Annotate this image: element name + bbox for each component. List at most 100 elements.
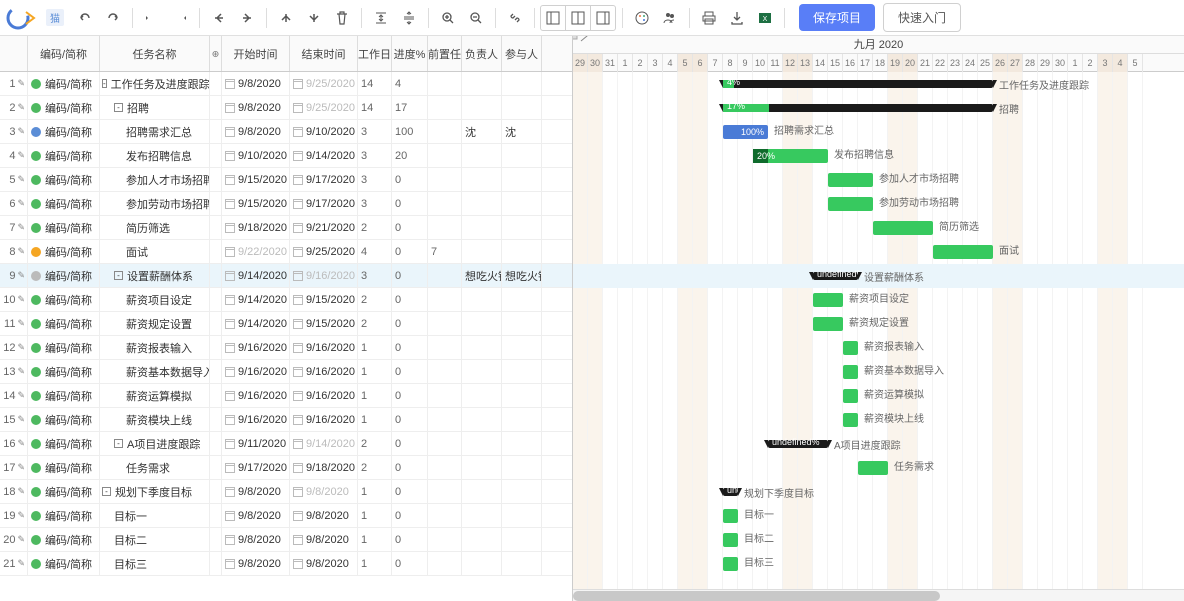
row-end[interactable]: 9/10/2020	[290, 120, 358, 143]
row-expander[interactable]	[210, 96, 222, 119]
row-duration[interactable]: 1	[358, 528, 392, 551]
table-row[interactable]: 12✎编码/简称薪资报表输入9/16/20209/16/202010	[0, 336, 572, 360]
row-predecessor[interactable]	[428, 168, 462, 191]
collapse-button[interactable]	[368, 5, 394, 31]
row-code[interactable]: 编码/简称	[28, 480, 100, 503]
row-progress[interactable]: 20	[392, 144, 428, 167]
row-code[interactable]: 编码/简称	[28, 432, 100, 455]
gantt-bar[interactable]: 参加劳动市场招聘	[828, 197, 873, 211]
row-code[interactable]: 编码/简称	[28, 96, 100, 119]
row-predecessor[interactable]	[428, 504, 462, 527]
row-duration[interactable]: 2	[358, 288, 392, 311]
row-expander[interactable]	[210, 216, 222, 239]
undo-button[interactable]	[72, 5, 98, 31]
row-start[interactable]: 9/15/2020	[222, 168, 290, 191]
palette-button[interactable]	[629, 5, 655, 31]
zoom-out-button[interactable]	[463, 5, 489, 31]
row-progress[interactable]: 0	[392, 336, 428, 359]
gantt-bar[interactable]: 目标三	[723, 557, 738, 571]
row-participant[interactable]	[502, 360, 542, 383]
indent-button[interactable]	[167, 5, 193, 31]
row-duration[interactable]: 4	[358, 240, 392, 263]
row-progress[interactable]: 0	[392, 456, 428, 479]
row-end[interactable]: 9/18/2020	[290, 456, 358, 479]
row-name[interactable]: -设置薪酬体系	[100, 264, 210, 287]
row-end[interactable]: 9/17/2020	[290, 168, 358, 191]
row-predecessor[interactable]	[428, 336, 462, 359]
row-name[interactable]: 招聘需求汇总	[100, 120, 210, 143]
row-expander[interactable]	[210, 312, 222, 335]
row-expander[interactable]	[210, 456, 222, 479]
row-duration[interactable]: 1	[358, 480, 392, 503]
row-duration[interactable]: 3	[358, 192, 392, 215]
row-predecessor[interactable]	[428, 552, 462, 575]
row-end[interactable]: 9/15/2020	[290, 312, 358, 335]
row-predecessor[interactable]	[428, 72, 462, 95]
row-predecessor[interactable]	[428, 384, 462, 407]
col-name[interactable]: 任务名称	[100, 36, 210, 71]
row-code[interactable]: 编码/简称	[28, 168, 100, 191]
row-expander[interactable]	[210, 264, 222, 287]
table-row[interactable]: 16✎编码/简称-A项目进度跟踪9/11/20209/14/202020	[0, 432, 572, 456]
table-row[interactable]: 14✎编码/简称薪资运算模拟9/16/20209/16/202010	[0, 384, 572, 408]
row-start[interactable]: 9/8/2020	[222, 120, 290, 143]
row-duration[interactable]: 2	[358, 432, 392, 455]
row-end[interactable]: 9/16/2020	[290, 384, 358, 407]
row-end[interactable]: 9/17/2020	[290, 192, 358, 215]
row-end[interactable]: 9/14/2020	[290, 144, 358, 167]
gantt-bar[interactable]: 薪资报表输入	[843, 341, 858, 355]
row-owner[interactable]	[462, 408, 502, 431]
row-participant[interactable]: 沈	[502, 120, 542, 143]
row-start[interactable]: 9/16/2020	[222, 360, 290, 383]
row-duration[interactable]: 2	[358, 216, 392, 239]
row-end[interactable]: 9/25/2020	[290, 240, 358, 263]
table-row[interactable]: 2✎编码/简称-招聘9/8/20209/25/20201417	[0, 96, 572, 120]
delete-button[interactable]	[329, 5, 355, 31]
row-participant[interactable]	[502, 216, 542, 239]
row-duration[interactable]: 1	[358, 552, 392, 575]
col-participant[interactable]: 参与人	[502, 36, 542, 71]
row-code[interactable]: 编码/简称	[28, 72, 100, 95]
row-start[interactable]: 9/8/2020	[222, 504, 290, 527]
row-end[interactable]: 9/21/2020	[290, 216, 358, 239]
row-end[interactable]: 9/8/2020	[290, 504, 358, 527]
view-gantt-button[interactable]	[590, 5, 616, 31]
move-down-button[interactable]	[301, 5, 327, 31]
gantt-bar[interactable]: 简历筛选	[873, 221, 933, 235]
row-name[interactable]: 薪资规定设置	[100, 312, 210, 335]
outdent-button[interactable]	[139, 5, 165, 31]
row-duration[interactable]: 14	[358, 96, 392, 119]
row-start[interactable]: 9/18/2020	[222, 216, 290, 239]
gantt-bar[interactable]: 薪资模块上线	[843, 413, 858, 427]
row-progress[interactable]: 0	[392, 528, 428, 551]
row-expander[interactable]	[210, 288, 222, 311]
row-progress[interactable]: 17	[392, 96, 428, 119]
row-end[interactable]: 9/8/2020	[290, 528, 358, 551]
row-code[interactable]: 编码/简称	[28, 192, 100, 215]
row-predecessor[interactable]	[428, 144, 462, 167]
gantt-bar[interactable]: 参加人才市场招聘	[828, 173, 873, 187]
row-predecessor[interactable]	[428, 312, 462, 335]
table-row[interactable]: 13✎编码/简称薪资基本数据导入9/16/20209/16/202010	[0, 360, 572, 384]
quick-start-button[interactable]: 快速入门	[883, 3, 961, 32]
row-participant[interactable]	[502, 288, 542, 311]
row-predecessor[interactable]	[428, 216, 462, 239]
row-owner[interactable]	[462, 456, 502, 479]
row-name[interactable]: -A项目进度跟踪	[100, 432, 210, 455]
row-progress[interactable]: 0	[392, 312, 428, 335]
gantt-bar[interactable]: 目标二	[723, 533, 738, 547]
row-start[interactable]: 9/17/2020	[222, 456, 290, 479]
view-grid-button[interactable]	[540, 5, 566, 31]
row-predecessor[interactable]	[428, 360, 462, 383]
table-row[interactable]: 1✎编码/简称-工作任务及进度跟踪9/8/20209/25/2020144	[0, 72, 572, 96]
row-predecessor[interactable]	[428, 120, 462, 143]
row-owner[interactable]	[462, 360, 502, 383]
tree-toggle-icon[interactable]: -	[102, 79, 107, 88]
row-name[interactable]: 薪资项目设定	[100, 288, 210, 311]
gantt-bar[interactable]: 20%发布招聘信息	[753, 149, 828, 163]
row-progress[interactable]: 0	[392, 432, 428, 455]
row-progress[interactable]: 0	[392, 360, 428, 383]
row-start[interactable]: 9/8/2020	[222, 480, 290, 503]
row-code[interactable]: 编码/简称	[28, 288, 100, 311]
row-duration[interactable]: 1	[358, 336, 392, 359]
